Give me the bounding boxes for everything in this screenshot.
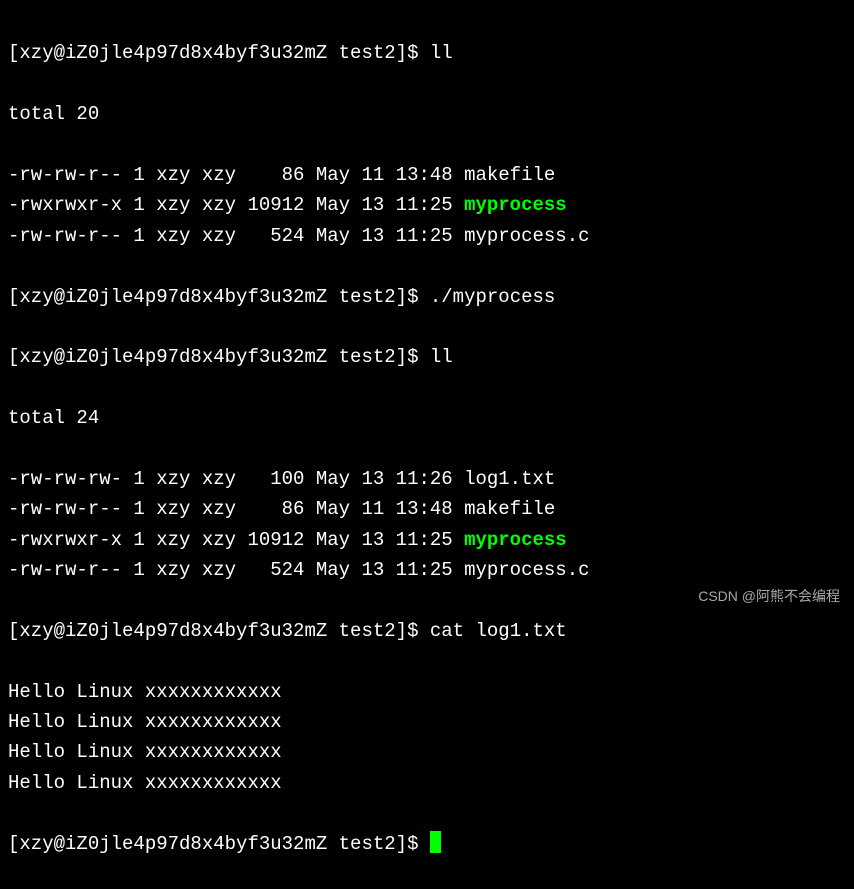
file-name: log1.txt [464,468,555,490]
file-name: myprocess [464,194,567,216]
shell-prompt: [xzy@iZ0jle4p97d8x4byf3u32mZ test2]$ [8,346,430,368]
cat-output-line: Hello Linux xxxxxxxxxxxx [8,737,846,767]
file-meta: -rw-rw-r-- 1 xzy xzy 86 May 11 13:48 [8,498,464,520]
prompt-line-cat: [xzy@iZ0jle4p97d8x4byf3u32mZ test2]$ cat… [8,616,846,646]
shell-prompt: [xzy@iZ0jle4p97d8x4byf3u32mZ test2]$ [8,620,430,642]
prompt-line-ll1: [xzy@iZ0jle4p97d8x4byf3u32mZ test2]$ ll [8,38,846,68]
file-row: -rwxrwxr-x 1 xzy xzy 10912 May 13 11:25 … [8,190,846,220]
file-row: -rw-rw-r-- 1 xzy xzy 86 May 11 13:48 mak… [8,494,846,524]
terminal-output[interactable]: [xzy@iZ0jle4p97d8x4byf3u32mZ test2]$ ll … [8,8,846,889]
file-row: -rw-rw-rw- 1 xzy xzy 100 May 13 11:26 lo… [8,464,846,494]
file-meta: -rw-rw-r-- 1 xzy xzy 524 May 13 11:25 [8,559,464,581]
file-meta: -rwxrwxr-x 1 xzy xzy 10912 May 13 11:25 [8,529,464,551]
watermark-text: CSDN @阿熊不会编程 [698,585,840,607]
prompt-line-current: [xzy@iZ0jle4p97d8x4byf3u32mZ test2]$ [8,829,846,859]
command-text: ll [430,42,453,64]
file-name: myprocess.c [464,559,589,581]
total-line-1: total 20 [8,99,846,129]
file-meta: -rw-rw-rw- 1 xzy xzy 100 May 13 11:26 [8,468,464,490]
file-name: myprocess.c [464,225,589,247]
shell-prompt: [xzy@iZ0jle4p97d8x4byf3u32mZ test2]$ [8,833,430,855]
file-row: -rw-rw-r-- 1 xzy xzy 524 May 13 11:25 my… [8,221,846,251]
command-text: ll [430,346,453,368]
prompt-line-ll2: [xzy@iZ0jle4p97d8x4byf3u32mZ test2]$ ll [8,342,846,372]
file-name: makefile [464,498,555,520]
file-meta: -rwxrwxr-x 1 xzy xzy 10912 May 13 11:25 [8,194,464,216]
file-row: -rw-rw-r-- 1 xzy xzy 86 May 11 13:48 mak… [8,160,846,190]
file-row: -rw-rw-r-- 1 xzy xzy 524 May 13 11:25 my… [8,555,846,585]
file-meta: -rw-rw-r-- 1 xzy xzy 524 May 13 11:25 [8,225,464,247]
file-row: -rwxrwxr-x 1 xzy xzy 10912 May 13 11:25 … [8,525,846,555]
file-meta: -rw-rw-r-- 1 xzy xzy 86 May 11 13:48 [8,164,464,186]
shell-prompt: [xzy@iZ0jle4p97d8x4byf3u32mZ test2]$ [8,42,430,64]
command-text: ./myprocess [430,286,555,308]
cat-output-line: Hello Linux xxxxxxxxxxxx [8,707,846,737]
shell-prompt: [xzy@iZ0jle4p97d8x4byf3u32mZ test2]$ [8,286,430,308]
command-text: cat log1.txt [430,620,567,642]
total-line-2: total 24 [8,403,846,433]
cat-output-line: Hello Linux xxxxxxxxxxxx [8,677,846,707]
cat-output-line: Hello Linux xxxxxxxxxxxx [8,768,846,798]
prompt-line-run: [xzy@iZ0jle4p97d8x4byf3u32mZ test2]$ ./m… [8,282,846,312]
cursor-icon [430,831,441,853]
file-name: myprocess [464,529,567,551]
file-name: makefile [464,164,555,186]
